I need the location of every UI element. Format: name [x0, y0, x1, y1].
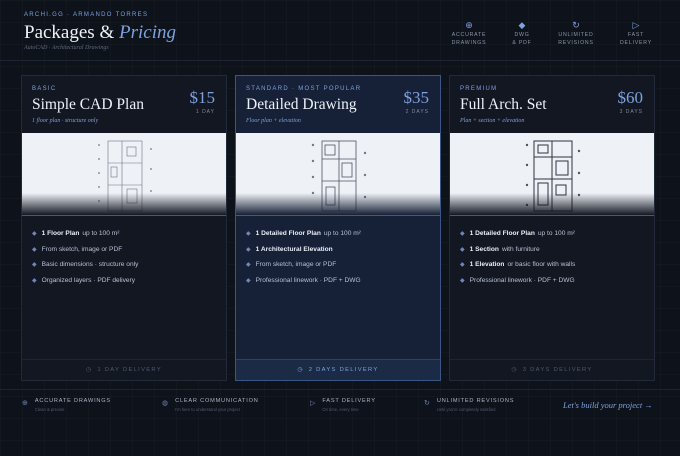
bullet-icon: ◆ [246, 246, 251, 253]
bullet-icon: ◆ [32, 277, 37, 284]
footer-feature-fast-delivery: ▷ FAST DELIVERY On time, every time [310, 398, 376, 412]
brand-tag: ARCHI.GG · ARMANDO TORRES [24, 12, 149, 18]
list-item: ◆ Basic dimensions · structure only [32, 261, 139, 269]
plan-tier: BASIC [32, 86, 57, 92]
plan-days: 1 DAY [195, 109, 215, 115]
preview-divider [450, 215, 654, 216]
list-item: ◆ 1 Elevation or basic floor with walls [460, 261, 576, 269]
bullet-icon: ◆ [460, 277, 465, 284]
plan-card-basic[interactable]: BASIC Simple CAD Plan 1 floor plan · str… [21, 75, 227, 381]
footer-feature-sub: Clean & precise [34, 407, 65, 412]
plan-price: $35 [403, 88, 430, 107]
bullet-icon: ◆ [32, 262, 37, 269]
bullet-icon: ◆ [32, 246, 37, 253]
list-item: ◆ Professional linework · PDF + DWG [246, 276, 361, 284]
footer-feature-accurate-drawings: ⊕ ACCURATE DRAWINGS Clean & precise [22, 398, 111, 412]
delivery-badge: ◷ 2 DAYS DELIVERY [236, 359, 440, 380]
header-feature-line1: ACCURATE [451, 32, 487, 38]
bullet-icon: ◆ [460, 246, 465, 253]
header-feature-line2: DELIVERY [620, 40, 652, 46]
brand-subtitle: AutoCAD · Architectural Drawings [24, 45, 109, 51]
header-feature-fast-delivery: ▷ FAST DELIVERY [608, 20, 664, 47]
list-item: ◆ 1 Detailed Floor Plan up to 100 m² [460, 230, 575, 238]
header-feature-line1: FAST [627, 32, 645, 38]
header-feature-unlimited-revisions: ↻ UNLIMITED REVISIONS [548, 20, 604, 47]
refresh-icon: ↻ [572, 20, 580, 30]
header-feature-accurate-drawings: ⊕ ACCURATE DRAWINGS [441, 20, 497, 47]
list-item: ◆ 1 Detailed Floor Plan up to 100 m² [246, 230, 361, 238]
plan-name: Simple CAD Plan [32, 96, 144, 113]
plan-card-premium[interactable]: PREMIUM Full Arch. Set Plan + section + … [449, 75, 655, 381]
target-icon: ⊕ [22, 400, 28, 407]
plan-days: 3 DAYS [619, 109, 643, 115]
footer-feature-sub: On time, every time [322, 407, 359, 412]
bullet-icon: ◆ [460, 262, 465, 269]
plan-price: $60 [617, 88, 644, 107]
list-item: ◆ From sketch, image or PDF [246, 261, 337, 269]
plan-card-standard[interactable]: STANDARD · MOST POPULAR Detailed Drawing… [235, 75, 441, 381]
header-feature-line2: DRAWINGS [451, 40, 487, 46]
list-item: ◆ 1 Floor Plan up to 100 m² [32, 230, 120, 238]
footer-feature-title: UNLIMITED REVISIONS [436, 398, 515, 404]
footer-feature-clear-communication: ◍ CLEAR COMMUNICATION I'm here to underst… [162, 398, 259, 412]
brand-block: ARCHI.GG · ARMANDO TORRES Packages & Pri… [24, 12, 176, 51]
footer-feature-title: CLEAR COMMUNICATION [175, 398, 259, 404]
header-feature-dwg-pdf: ◆ DWG & PDF [494, 20, 550, 47]
header-feature-line1: UNLIMITED [558, 32, 594, 38]
bullet-icon: ◆ [32, 231, 37, 238]
plan-name: Full Arch. Set [460, 96, 547, 113]
title-main: Packages & [24, 22, 115, 43]
plan-feature-list: ◆ 1 Floor Plan up to 100 m² ◆ From sketch, … [32, 226, 138, 288]
plan-tier: STANDARD · MOST POPULAR [246, 86, 362, 92]
title-accent: Pricing [118, 22, 176, 43]
chat-icon: ◍ [162, 400, 169, 407]
bullet-icon: ◆ [246, 231, 251, 238]
bullet-icon: ◆ [460, 231, 465, 238]
play-icon: ▷ [310, 400, 316, 407]
footer-feature-sub: I'm here to understand your project [175, 407, 240, 412]
list-item: ◆ Organized layers · PDF delivery [32, 276, 136, 284]
play-icon: ▷ [632, 20, 640, 30]
plan-tier: PREMIUM [460, 86, 498, 92]
header-divider [0, 60, 680, 61]
list-item: ◆ 1 Section with furniture [460, 245, 540, 253]
list-item: ◆ Professional linework · PDF + DWG [460, 276, 575, 284]
plan-feature-list: ◆ 1 Detailed Floor Plan up to 100 m² ◆ 1 Se… [460, 226, 575, 288]
footer-divider [0, 389, 680, 390]
cta-link[interactable]: Let's build your project → [563, 400, 653, 410]
plan-subtitle: Plan + section + elevation [460, 118, 525, 124]
delivery-badge: ◷ 3 DAYS DELIVERY [450, 359, 654, 380]
header-feature-line2: REVISIONS [558, 40, 594, 46]
pricing-page: ARCHI.GG · ARMANDO TORRES Packages & Pri… [0, 0, 680, 456]
header-feature-line1: DWG [514, 32, 530, 38]
target-icon: ⊕ [465, 20, 473, 30]
clock-icon: ◷ [297, 367, 304, 373]
footer-feature-title: FAST DELIVERY [322, 398, 376, 404]
delivery-badge: ◷ 1 DAY DELIVERY [22, 359, 226, 380]
plan-days: 2 DAYS [405, 109, 429, 115]
plan-subtitle: Floor plan + elevation [246, 118, 301, 124]
footer-feature-unlimited-revisions: ↻ UNLIMITED REVISIONS Until you're comple… [424, 398, 514, 412]
bullet-icon: ◆ [246, 262, 251, 269]
list-item: ◆ From sketch, image or PDF [32, 245, 123, 253]
clock-icon: ◷ [86, 367, 93, 373]
bullet-icon: ◆ [246, 277, 251, 284]
floor-plan-preview [22, 133, 226, 215]
plan-price: $15 [189, 88, 216, 107]
list-item: ◆ 1 Architectural Elevation [246, 245, 333, 253]
plan-subtitle: 1 floor plan · structure only [32, 118, 99, 124]
plan-name: Detailed Drawing [246, 96, 357, 113]
preview-divider [22, 215, 226, 216]
plan-feature-list: ◆ 1 Detailed Floor Plan up to 100 m² ◆ 1 Ar… [246, 226, 361, 288]
footer-feature-sub: Until you're completely satisfied [436, 407, 496, 412]
header-feature-line2: & PDF [512, 40, 532, 46]
clock-icon: ◷ [511, 367, 518, 373]
floor-plan-preview [450, 133, 654, 215]
refresh-icon: ↻ [424, 400, 430, 407]
floor-plan-preview [236, 133, 440, 215]
preview-divider [236, 215, 440, 216]
page-title: Packages & Pricing [24, 22, 176, 44]
diamond-icon: ◆ [518, 20, 526, 30]
footer-feature-title: ACCURATE DRAWINGS [34, 398, 111, 404]
